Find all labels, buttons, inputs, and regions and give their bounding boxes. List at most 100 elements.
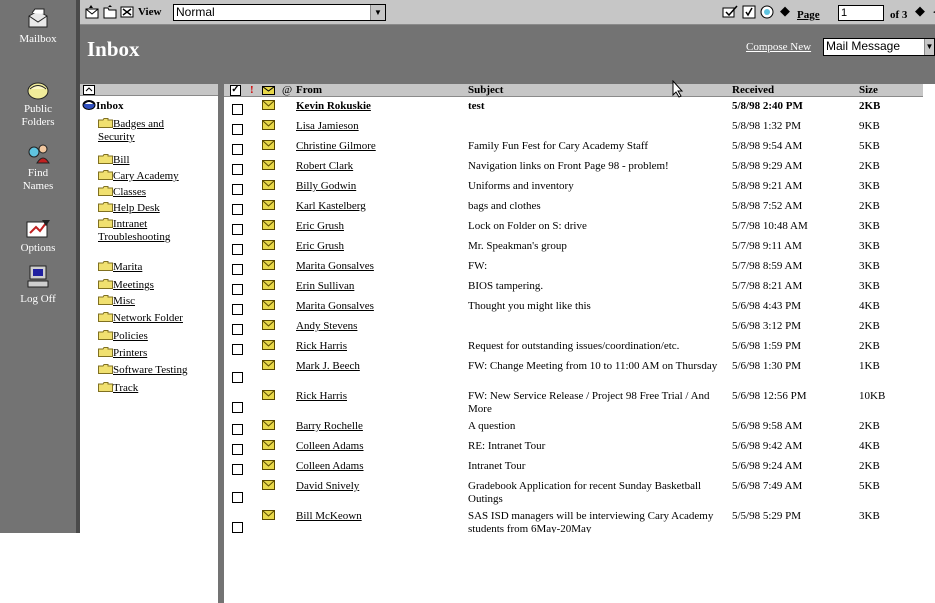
row-checkbox[interactable] bbox=[232, 324, 243, 335]
inbox-folder-icon bbox=[82, 100, 96, 110]
folder-item[interactable]: Intranet Troubleshooting bbox=[98, 218, 202, 244]
sender-link[interactable]: Marita Gonsalves bbox=[296, 260, 374, 273]
sender-link[interactable]: Rick Harris bbox=[296, 390, 347, 403]
row-checkbox[interactable] bbox=[232, 444, 243, 455]
folder-root-label: Inbox bbox=[96, 100, 124, 112]
new-message-icon[interactable] bbox=[85, 5, 99, 19]
next-page-icon[interactable]: ◆ bbox=[915, 3, 925, 19]
folder-label: Marita bbox=[113, 261, 143, 273]
sender-link[interactable]: Billy Godwin bbox=[296, 180, 356, 193]
subject-text: Gradebook Application for recent Sunday … bbox=[468, 480, 702, 505]
row-checkbox[interactable] bbox=[232, 104, 243, 115]
row-checkbox[interactable] bbox=[232, 124, 243, 135]
sender-link[interactable]: Marita Gonsalves bbox=[296, 300, 374, 313]
subject-text: Request for outstanding issues/coordinat… bbox=[468, 340, 680, 352]
row-checkbox[interactable] bbox=[232, 424, 243, 435]
row-checkbox[interactable] bbox=[232, 284, 243, 295]
subject-text: FW: New Service Release / Project 98 Fre… bbox=[468, 390, 710, 415]
view-select[interactable]: Normal ▼ bbox=[173, 4, 386, 21]
subject-text: Uniforms and inventory bbox=[468, 180, 574, 192]
received-text: 5/8/98 1:32 PM bbox=[732, 120, 802, 132]
folder-item[interactable]: Help Desk bbox=[98, 202, 218, 215]
view-label: View bbox=[138, 6, 162, 18]
up-folder-icon[interactable] bbox=[83, 85, 95, 95]
folder-item[interactable]: Classes bbox=[98, 186, 218, 199]
received-header[interactable]: Received bbox=[732, 84, 774, 97]
size-header[interactable]: Size bbox=[859, 84, 878, 97]
sender-link[interactable]: Erin Sullivan bbox=[296, 280, 354, 293]
paperclip-header-icon[interactable]: @ bbox=[282, 84, 292, 97]
row-checkbox[interactable] bbox=[232, 184, 243, 195]
folder-item[interactable]: Meetings bbox=[98, 279, 218, 292]
row-checkbox[interactable] bbox=[232, 264, 243, 275]
sender-link[interactable]: Colleen Adams bbox=[296, 440, 364, 453]
row-checkbox[interactable] bbox=[232, 204, 243, 215]
received-text: 5/6/98 1:30 PM bbox=[732, 360, 802, 372]
row-checkbox[interactable] bbox=[232, 372, 243, 383]
header: View Normal ▼ ◆ Page 1 of 3 ◆ ◂ Inbox Co… bbox=[80, 0, 935, 70]
sender-link[interactable]: Andy Stevens bbox=[296, 320, 357, 333]
folder-icon bbox=[98, 312, 113, 322]
options-icon bbox=[26, 220, 50, 238]
sender-link[interactable]: Lisa Jamieson bbox=[296, 120, 359, 133]
nav-public-label-1: Public bbox=[23, 103, 53, 115]
page-label: Page bbox=[797, 9, 820, 21]
sender-link[interactable]: Karl Kastelberg bbox=[296, 200, 366, 213]
row-checkbox[interactable] bbox=[232, 304, 243, 315]
row-checkbox[interactable] bbox=[232, 164, 243, 175]
nav-public-folders[interactable]: Public Folders bbox=[0, 78, 76, 129]
sender-link[interactable]: Eric Grush bbox=[296, 240, 344, 253]
row-checkbox[interactable] bbox=[232, 402, 243, 413]
folder-item[interactable]: Network Folder bbox=[98, 312, 218, 325]
nav-mailbox[interactable]: Mailbox bbox=[0, 8, 76, 46]
new-folder-icon[interactable] bbox=[103, 5, 117, 19]
subject-header[interactable]: Subject bbox=[468, 84, 503, 97]
previous-page-icon[interactable]: ◆ bbox=[780, 3, 790, 19]
sender-link[interactable]: Kevin Rokuskie bbox=[296, 100, 371, 113]
sender-link[interactable]: David Snively bbox=[296, 480, 359, 493]
row-checkbox[interactable] bbox=[232, 244, 243, 255]
folder-item[interactable]: Badges and Security bbox=[98, 118, 202, 144]
sender-link[interactable]: Robert Clark bbox=[296, 160, 353, 173]
check-names-icon[interactable] bbox=[722, 5, 738, 19]
sender-link[interactable]: Rick Harris bbox=[296, 340, 347, 353]
page-number-input[interactable]: 1 bbox=[838, 5, 884, 21]
row-checkbox[interactable] bbox=[232, 224, 243, 235]
select-all-checkbox[interactable]: ✓ bbox=[230, 85, 241, 96]
folder-item[interactable]: Marita bbox=[98, 261, 218, 274]
properties-icon[interactable] bbox=[742, 5, 756, 19]
nav-find-names[interactable]: Find Names bbox=[0, 142, 76, 193]
folder-item[interactable]: Misc bbox=[98, 295, 218, 308]
sender-link[interactable]: Bill McKeown bbox=[296, 510, 362, 523]
nav-find-label-1: Find bbox=[27, 167, 49, 179]
sender-link[interactable]: Eric Grush bbox=[296, 220, 344, 233]
delete-icon[interactable] bbox=[120, 5, 134, 19]
sender-link[interactable]: Barry Rochelle bbox=[296, 420, 363, 433]
folder-icon bbox=[98, 364, 113, 374]
row-checkbox[interactable] bbox=[232, 344, 243, 355]
folder-item[interactable]: Track bbox=[98, 382, 218, 395]
folder-item[interactable]: Cary Academy bbox=[98, 170, 218, 183]
from-header[interactable]: From bbox=[296, 84, 322, 97]
compose-type-select[interactable]: Mail Message ▼ bbox=[823, 38, 935, 56]
folder-item[interactable]: Printers bbox=[98, 347, 218, 360]
row-checkbox[interactable] bbox=[232, 464, 243, 475]
subject-text: SAS ISD managers will be interviewing Ca… bbox=[468, 510, 714, 533]
scrollbar[interactable] bbox=[923, 84, 935, 533]
folder-item[interactable]: Bill bbox=[98, 154, 218, 167]
envelope-header-icon[interactable] bbox=[262, 86, 275, 95]
row-checkbox[interactable] bbox=[232, 144, 243, 155]
nav-options[interactable]: Options bbox=[0, 217, 76, 255]
nav-log-off[interactable]: Log Off bbox=[0, 264, 76, 306]
folder-root-inbox[interactable]: Inbox bbox=[82, 99, 124, 112]
sender-link[interactable]: Colleen Adams bbox=[296, 460, 364, 473]
folder-item[interactable]: Policies bbox=[98, 330, 218, 343]
help-icon[interactable] bbox=[760, 5, 774, 19]
row-checkbox[interactable] bbox=[232, 492, 243, 503]
compose-new-link[interactable]: Compose New bbox=[746, 41, 811, 53]
row-checkbox[interactable] bbox=[232, 522, 243, 533]
importance-header[interactable]: ! bbox=[250, 84, 254, 97]
sender-link[interactable]: Mark J. Beech bbox=[296, 360, 360, 373]
sender-link[interactable]: Christine Gilmore bbox=[296, 140, 376, 153]
folder-item[interactable]: Software Testing bbox=[98, 364, 218, 377]
